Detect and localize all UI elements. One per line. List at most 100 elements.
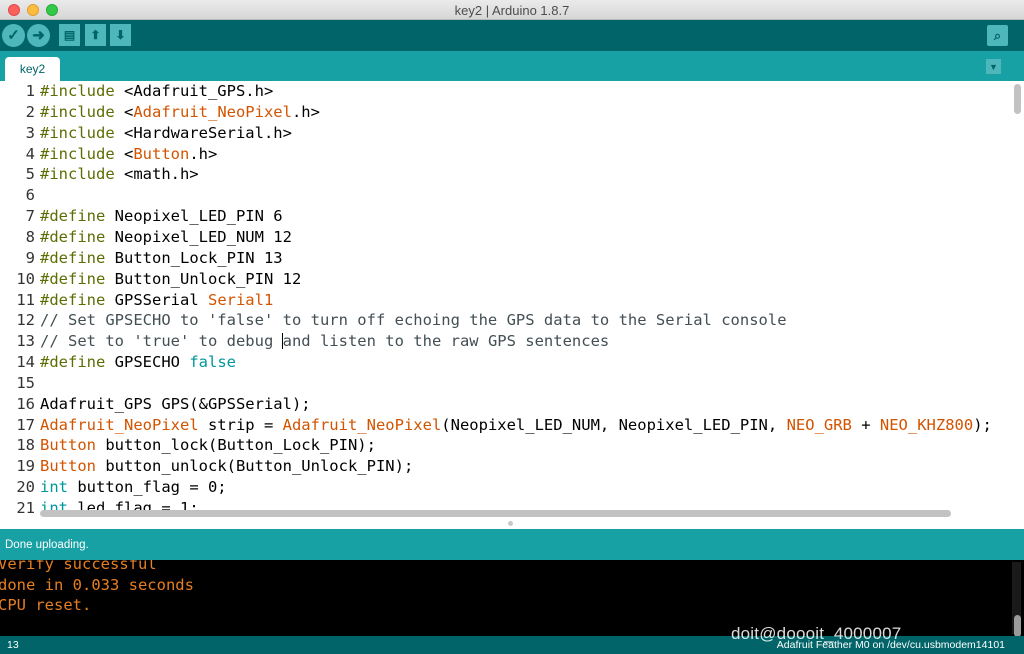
line-number: 19: [16, 457, 35, 476]
code-line[interactable]: 4 #include <Button.h>: [0, 144, 1024, 165]
code-token: +: [851, 415, 880, 434]
code-token: Button_Unlock_PIN 12: [105, 269, 302, 288]
line-number: 2: [25, 102, 35, 121]
code-token: Adafruit_NeoPixel: [40, 415, 199, 434]
code-text[interactable]: // Set to 'true' to debug and listen to …: [40, 331, 609, 352]
code-token: Button_Lock_PIN 13: [105, 248, 283, 267]
chevron-down-icon: ▼: [989, 61, 998, 72]
editor-vertical-scrollbar[interactable]: [1012, 83, 1022, 505]
code-line[interactable]: 3 #include <HardwareSerial.h>: [0, 123, 1024, 144]
code-text[interactable]: int button_flag = 0;: [40, 477, 227, 498]
code-text[interactable]: #define Button_Lock_PIN 13: [40, 248, 283, 269]
code-token: and listen to the raw GPS sentences: [282, 332, 610, 351]
code-text[interactable]: #include <HardwareSerial.h>: [40, 123, 292, 144]
code-token: #define: [40, 227, 106, 246]
console-line: CPU reset.: [0, 596, 92, 614]
code-text[interactable]: Button button_lock(Button_Lock_PIN);: [40, 435, 376, 456]
line-number: 11: [16, 290, 35, 309]
code-token: Neopixel_LED_PIN 6: [105, 207, 283, 226]
line-number: 15: [16, 373, 35, 392]
code-text[interactable]: // Set GPSECHO to 'false' to turn off ec…: [40, 310, 787, 331]
line-number: 18: [16, 436, 35, 455]
cursor-line-number: 13: [7, 639, 19, 651]
divider-grip-icon[interactable]: [508, 521, 513, 526]
code-text[interactable]: Adafruit_GPS GPS(&GPSSerial);: [40, 394, 311, 415]
code-token: #define: [40, 290, 106, 309]
tab-key2[interactable]: key2: [5, 57, 60, 81]
code-text[interactable]: #include <Adafruit_NeoPixel.h>: [40, 102, 320, 123]
code-token: int: [40, 478, 68, 497]
code-text[interactable]: Button button_unlock(Button_Unlock_PIN);: [40, 456, 413, 477]
code-text[interactable]: #define GPSECHO false: [40, 352, 236, 373]
code-text[interactable]: #include <Button.h>: [40, 144, 217, 165]
code-token: // Set to 'true' to debug: [40, 332, 283, 351]
code-line[interactable]: 9 #define Button_Lock_PIN 13: [0, 248, 1024, 269]
code-token: Button: [40, 436, 96, 455]
line-number: 5: [25, 165, 35, 184]
code-line[interactable]: 16 Adafruit_GPS GPS(&GPSSerial);: [0, 394, 1024, 415]
code-line[interactable]: 2 #include <Adafruit_NeoPixel.h>: [0, 102, 1024, 123]
code-line[interactable]: 13 // Set to 'true' to debug and listen t…: [0, 331, 1024, 352]
code-token: (Neopixel_LED_NUM, Neopixel_LED_PIN,: [441, 415, 787, 434]
code-line[interactable]: 20 int button_flag = 0;: [0, 477, 1024, 498]
code-token: <HardwareSerial.h>: [114, 123, 292, 142]
line-number: 9: [25, 248, 35, 267]
code-line[interactable]: 18 Button button_lock(Button_Lock_PIN);: [0, 435, 1024, 456]
line-number: 10: [16, 269, 35, 288]
watermark: doit@doooit_4000007: [731, 624, 902, 643]
serial-monitor-button[interactable]: ⌕: [987, 25, 1008, 46]
arrow-up-icon: ⬆: [90, 28, 101, 42]
code-line[interactable]: 19 Button button_unlock(Button_Unlock_PIN…: [0, 456, 1024, 477]
code-line[interactable]: 17 Adafruit_NeoPixel strip = Adafruit_Neo…: [0, 415, 1024, 436]
code-text[interactable]: #define Button_Unlock_PIN 12: [40, 269, 301, 290]
verify-button[interactable]: ✓: [2, 24, 25, 47]
editor-horizontal-scroll-thumb[interactable]: [40, 510, 951, 517]
code-text[interactable]: #include <Adafruit_GPS.h>: [40, 81, 273, 102]
code-line[interactable]: 8 #define Neopixel_LED_NUM 12: [0, 227, 1024, 248]
code-token: GPSECHO: [105, 353, 190, 372]
console-line: done in 0.033 seconds: [0, 575, 194, 594]
console-line: Verify successful: [0, 560, 157, 573]
code-text[interactable]: #define GPSSerial Serial1: [40, 290, 273, 311]
code-line[interactable]: 15: [0, 373, 1024, 394]
new-sketch-button[interactable]: ▤: [59, 24, 80, 46]
console-scroll-thumb[interactable]: [1014, 615, 1021, 637]
code-line[interactable]: 1 #include <Adafruit_GPS.h>: [0, 81, 1024, 102]
window-title: key2 | Arduino 1.8.7: [454, 3, 570, 18]
code-token: #include: [40, 144, 115, 163]
title-bar: key2 | Arduino 1.8.7: [0, 0, 1024, 20]
code-text[interactable]: Adafruit_NeoPixel strip = Adafruit_NeoPi…: [40, 415, 992, 436]
arrow-right-icon: ➜: [32, 27, 45, 44]
code-line[interactable]: 14 #define GPSECHO false: [0, 352, 1024, 373]
code-line[interactable]: 10 #define Button_Unlock_PIN 12: [0, 269, 1024, 290]
code-token: Button: [133, 144, 190, 163]
open-sketch-button[interactable]: ⬆: [85, 24, 106, 46]
code-editor[interactable]: 1 #include <Adafruit_GPS.h> 2 #include <Ada…: [0, 81, 1024, 517]
code-text[interactable]: #define Neopixel_LED_PIN 6: [40, 206, 283, 227]
code-token: <Adafruit_GPS.h>: [114, 82, 274, 100]
code-token: Serial1: [207, 290, 274, 309]
code-text[interactable]: #include <math.h>: [40, 164, 199, 185]
code-text[interactable]: #define Neopixel_LED_NUM 12: [40, 227, 292, 248]
upload-button[interactable]: ➜: [27, 24, 50, 47]
code-token: #define: [40, 269, 106, 288]
code-line[interactable]: 7 #define Neopixel_LED_PIN 6: [0, 206, 1024, 227]
code-token: #include: [40, 82, 115, 100]
arrow-down-icon: ⬇: [115, 28, 126, 42]
tab-menu-button[interactable]: ▼: [986, 59, 1001, 74]
editor-vertical-scroll-thumb[interactable]: [1014, 84, 1021, 114]
code-token: #define: [40, 248, 106, 267]
save-sketch-button[interactable]: ⬇: [110, 24, 131, 46]
code-line[interactable]: 5 #include <math.h>: [0, 164, 1024, 185]
code-token: Button: [40, 457, 96, 476]
code-token: NEO_KHZ800: [879, 415, 974, 434]
code-line[interactable]: 6: [0, 185, 1024, 206]
code-token: Neopixel_LED_NUM 12: [105, 227, 292, 246]
line-number: 21: [16, 499, 35, 517]
code-token: NEO_GRB: [786, 415, 852, 434]
code-token: Adafruit_NeoPixel: [282, 415, 442, 434]
code-token: .h>: [291, 102, 320, 121]
code-line[interactable]: 12 // Set GPSECHO to 'false' to turn off …: [0, 310, 1024, 331]
status-message: Done uploading.: [5, 538, 89, 551]
code-line[interactable]: 11 #define GPSSerial Serial1: [0, 290, 1024, 311]
